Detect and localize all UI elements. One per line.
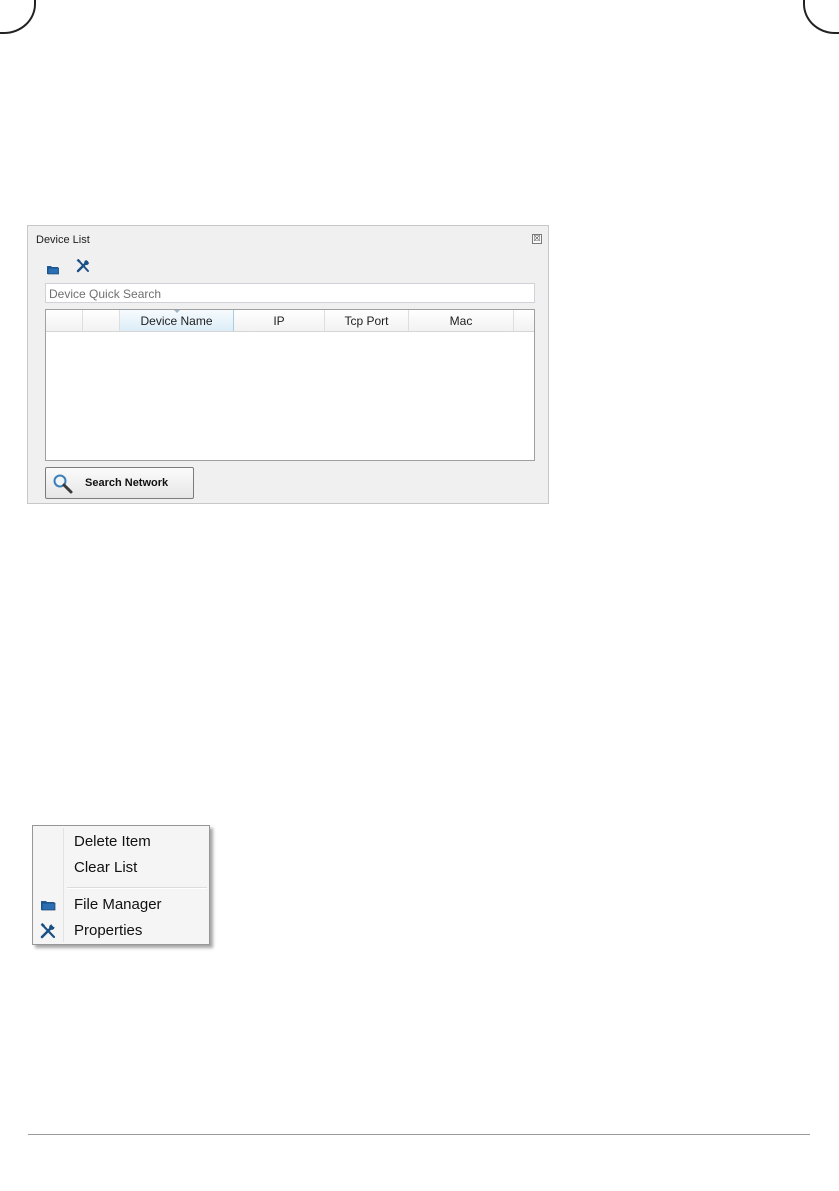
folder-icon	[41, 901, 56, 911]
folder-icon	[47, 266, 60, 275]
tools-icon	[76, 258, 90, 273]
footer-divider	[28, 1134, 810, 1135]
column-header-ip[interactable]: IP	[234, 310, 325, 331]
table-header: Device Name IP Tcp Port Mac	[46, 310, 534, 332]
close-icon[interactable]: ☒	[532, 234, 542, 244]
column-header-label: Device Name	[140, 314, 213, 328]
menu-separator	[67, 887, 207, 889]
device-table[interactable]: Device Name IP Tcp Port Mac	[45, 309, 535, 461]
menu-item-clear-list[interactable]: Clear List	[35, 856, 207, 880]
menu-item-label: File Manager	[74, 896, 162, 913]
tools-icon	[40, 923, 56, 939]
search-network-button[interactable]: Search Network	[45, 467, 194, 499]
file-manager-button[interactable]	[47, 262, 63, 278]
menu-item-file-manager[interactable]: File Manager	[35, 893, 207, 917]
column-header-status[interactable]	[83, 310, 120, 331]
menu-item-label: Delete Item	[74, 833, 151, 850]
crop-mark-top-left	[0, 0, 36, 34]
device-quick-search-input[interactable]	[45, 283, 535, 303]
menu-item-properties[interactable]: Properties	[35, 919, 207, 943]
menu-item-label: Properties	[74, 922, 143, 939]
menu-item-delete-item[interactable]: Delete Item	[35, 830, 207, 854]
magnifier-icon	[53, 474, 73, 494]
context-menu: Delete Item Clear List File Manager Prop…	[32, 825, 210, 945]
column-header-check[interactable]	[46, 310, 83, 331]
device-list-panel: Device List ☒ Device Name IP Tcp Port Ma…	[27, 225, 549, 504]
column-header-device-name[interactable]: Device Name	[120, 310, 234, 331]
sort-indicator-icon	[173, 310, 180, 313]
column-header-mac[interactable]: Mac	[409, 310, 514, 331]
properties-button[interactable]	[76, 258, 92, 275]
column-header-tcp-port[interactable]: Tcp Port	[325, 310, 409, 331]
column-header-filler	[514, 310, 534, 331]
crop-mark-top-right	[803, 0, 839, 34]
menu-item-label: Clear List	[74, 859, 138, 876]
search-network-label: Search Network	[85, 477, 169, 489]
panel-title: Device List	[36, 234, 90, 246]
